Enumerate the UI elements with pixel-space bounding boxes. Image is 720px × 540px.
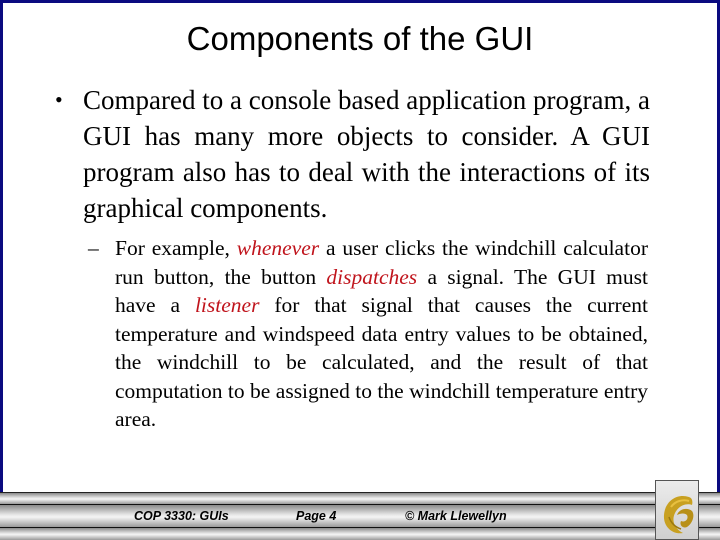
ucf-pegasus-logo-icon	[663, 495, 694, 534]
footer-page-number: Page 4	[296, 509, 337, 523]
sub-bullet-marker: –	[88, 236, 99, 260]
footer-course: COP 3330: GUIs	[134, 509, 229, 523]
main-bullet: • Compared to a console based applicatio…	[55, 82, 650, 226]
text-segment: For example,	[115, 236, 237, 260]
footer-copyright: © Mark Llewellyn	[405, 509, 507, 523]
emphasis-listener: listener	[194, 293, 260, 317]
bullet-marker: •	[55, 87, 63, 112]
footer-band-bottom	[0, 528, 720, 540]
emphasis-whenever: whenever	[236, 236, 320, 260]
slide-footer: COP 3330: GUIs Page 4 © Mark Llewellyn	[0, 492, 720, 540]
emphasis-dispatches: dispatches	[326, 264, 418, 289]
sub-bullet: – For example, whenever a user clicks th…	[88, 234, 648, 434]
sub-bullet-text: For example, whenever a user clicks the …	[115, 234, 648, 434]
logo-box	[655, 480, 699, 540]
slide-title: Components of the GUI	[186, 20, 534, 57]
main-bullet-text: Compared to a console based application …	[83, 85, 650, 223]
footer-band-middle	[0, 504, 720, 528]
footer-band-top	[0, 492, 720, 504]
